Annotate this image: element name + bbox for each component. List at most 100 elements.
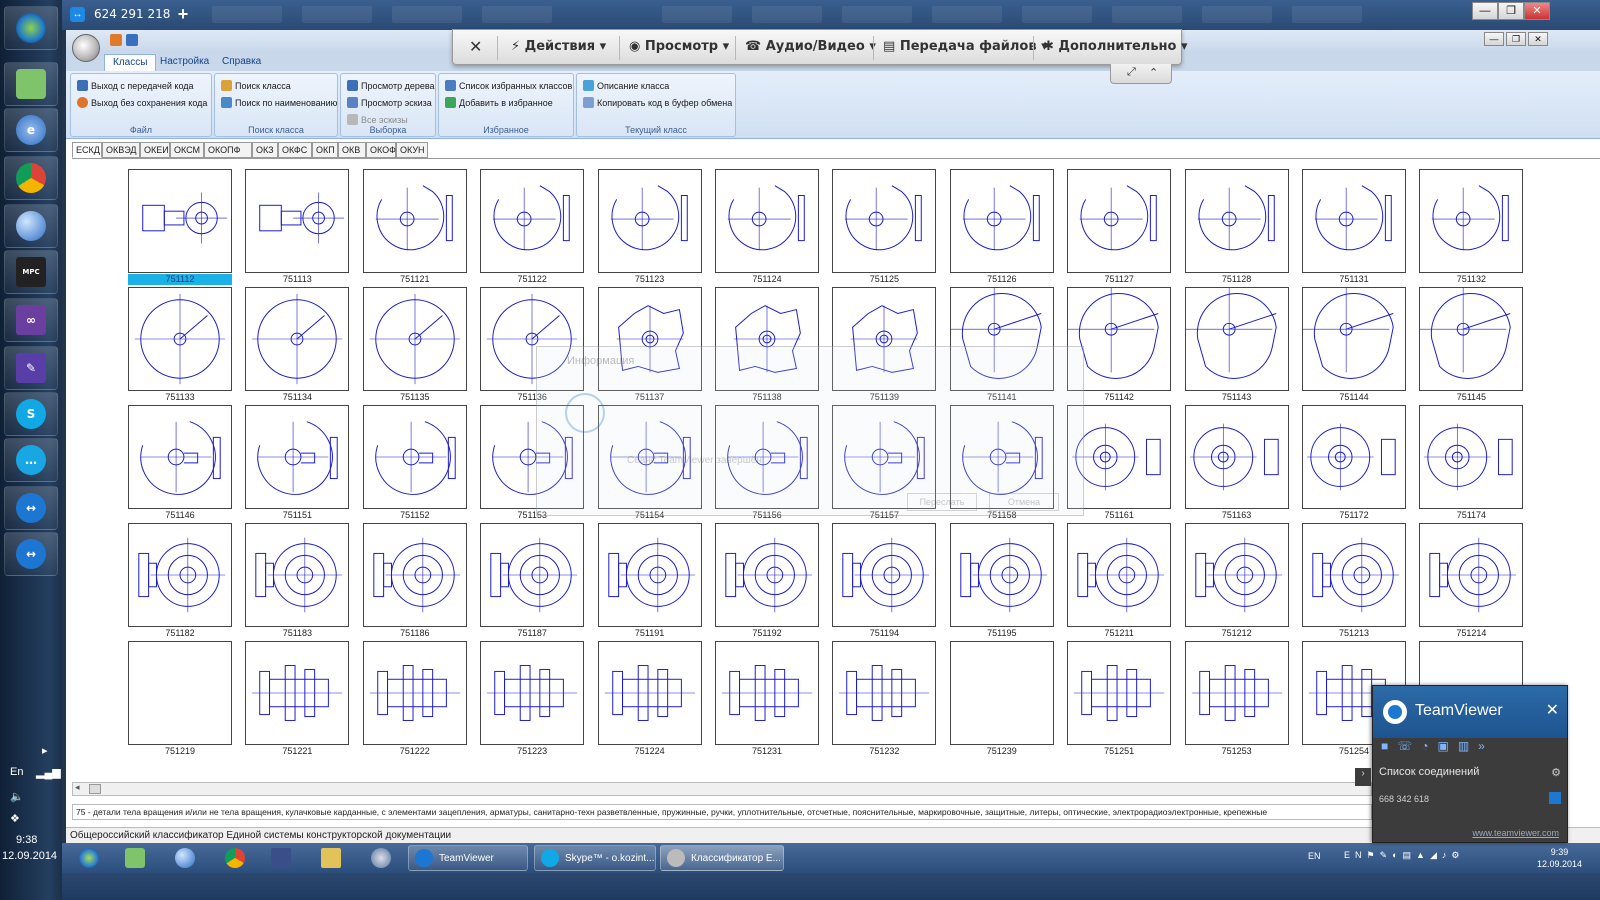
sketch-cell[interactable]: 751139 bbox=[832, 287, 937, 403]
sketch-cell[interactable]: 751138 bbox=[715, 287, 819, 403]
sketch-thumbnail[interactable] bbox=[1302, 286, 1406, 391]
sketch-cell[interactable]: 751214 bbox=[1419, 523, 1524, 639]
globe-icon[interactable] bbox=[4, 204, 58, 248]
find-by-name-button[interactable]: Поиск по наименованию bbox=[221, 95, 337, 110]
sketch-cell[interactable]: 751141 bbox=[949, 286, 1054, 403]
classifier-tab[interactable]: ОКОПФ bbox=[204, 142, 252, 158]
actions-menu[interactable]: ⚡ Действия ▾ bbox=[511, 39, 606, 54]
taskbar-teamviewer[interactable]: TeamViewer bbox=[408, 845, 528, 871]
sketch-thumbnail[interactable] bbox=[1419, 169, 1524, 273]
partner-id[interactable]: 668 342 618 bbox=[1379, 794, 1429, 804]
app-close-button[interactable]: ✕ bbox=[1528, 32, 1548, 46]
sketch-cell[interactable]: 751191 bbox=[597, 523, 702, 639]
sketch-cell[interactable]: 751121 bbox=[362, 169, 467, 285]
sketch-cell[interactable]: 751253 bbox=[1184, 641, 1289, 757]
sketch-thumbnail[interactable] bbox=[245, 405, 350, 509]
audio-video-menu[interactable]: ☎ Аудио/Видео ▾ bbox=[745, 39, 876, 54]
sketch-cell[interactable]: 751251 bbox=[1067, 641, 1172, 757]
sketch-thumbnail[interactable] bbox=[362, 523, 467, 627]
sketch-cell[interactable]: 751156 bbox=[715, 405, 819, 521]
sketch-thumbnail[interactable] bbox=[1067, 286, 1172, 391]
taskbar-lang[interactable]: EN bbox=[1308, 851, 1321, 861]
quick-access-icon[interactable] bbox=[110, 34, 122, 46]
sketch-cell[interactable]: 751192 bbox=[715, 523, 819, 639]
sketch-thumbnail[interactable] bbox=[832, 523, 937, 627]
sketch-thumbnail[interactable] bbox=[1419, 286, 1524, 391]
skype-icon[interactable]: S bbox=[4, 392, 58, 436]
app-minimize-button[interactable]: — bbox=[1484, 32, 1504, 46]
exit-no-save-button[interactable]: Выход без сохранения кода bbox=[77, 95, 207, 110]
classifier-tab[interactable]: ЕСКД bbox=[72, 142, 102, 158]
chat-icon[interactable]: … bbox=[4, 438, 58, 482]
sketch-thumbnail[interactable] bbox=[1184, 641, 1289, 745]
sketch-cell[interactable]: 751157 bbox=[832, 405, 937, 521]
sketch-thumbnail[interactable] bbox=[832, 641, 937, 745]
host-close-button[interactable]: ✕ bbox=[1524, 2, 1550, 20]
collapse-toolbar-icon[interactable]: ⌃ bbox=[1149, 66, 1158, 79]
sketch-thumbnail[interactable] bbox=[1067, 405, 1172, 509]
quick-access-icon-2[interactable] bbox=[126, 34, 138, 46]
host-maximize-button[interactable]: ❐ bbox=[1498, 2, 1524, 20]
sketch-thumbnail[interactable] bbox=[362, 287, 467, 391]
sketch-cell[interactable]: 751211 bbox=[1067, 523, 1172, 639]
find-class-button[interactable]: Поиск класса bbox=[221, 78, 291, 93]
sketch-cell[interactable]: 751135 bbox=[362, 287, 467, 403]
sketch-cell[interactable]: 751212 bbox=[1184, 523, 1289, 639]
sketch-thumbnail[interactable] bbox=[1419, 523, 1524, 627]
sketch-thumbnail[interactable] bbox=[715, 287, 819, 391]
teamviewer-panel-close-button[interactable]: ✕ bbox=[1546, 700, 1559, 720]
sketch-thumbnail[interactable] bbox=[1184, 523, 1289, 627]
sketch-thumbnail[interactable] bbox=[949, 405, 1054, 509]
folder-icon[interactable] bbox=[314, 845, 348, 871]
sketch-cell[interactable]: 751125 bbox=[832, 169, 937, 285]
sketch-thumbnail[interactable] bbox=[832, 169, 937, 273]
sketch-thumbnail[interactable] bbox=[245, 169, 350, 273]
sketch-cell[interactable]: 751186 bbox=[362, 523, 467, 639]
sketch-thumbnail[interactable] bbox=[480, 169, 585, 273]
sketch-thumbnail[interactable] bbox=[362, 641, 467, 745]
sketch-thumbnail[interactable] bbox=[597, 287, 702, 391]
gear-icon[interactable]: ⚙ bbox=[1551, 766, 1561, 779]
classifier-tab[interactable]: ОКУН bbox=[396, 142, 428, 158]
sketch-cell[interactable]: 751222 bbox=[362, 641, 467, 757]
sketch-cell[interactable]: 751161 bbox=[1067, 405, 1172, 521]
chrome-icon[interactable] bbox=[4, 156, 58, 200]
sketch-thumbnail[interactable] bbox=[1302, 169, 1406, 273]
fullscreen-icon[interactable]: ⤢ bbox=[1127, 66, 1136, 79]
sketch-cell[interactable]: 751163 bbox=[1184, 405, 1289, 521]
ie-icon[interactable]: e bbox=[4, 108, 58, 152]
chrome-icon[interactable] bbox=[218, 845, 252, 871]
sketch-thumbnail[interactable] bbox=[480, 405, 585, 509]
notepad-icon[interactable] bbox=[4, 62, 58, 106]
horizontal-scrollbar[interactable]: ◂ bbox=[72, 782, 1372, 796]
sketch-cell[interactable]: 751158 bbox=[949, 405, 1054, 521]
extras-menu[interactable]: ✱ Дополнительно ▾ bbox=[1043, 39, 1188, 54]
sketch-cell[interactable]: 751112 bbox=[128, 169, 232, 285]
scroll-thumb[interactable] bbox=[89, 784, 101, 794]
tray-expand-icon[interactable]: ▸ bbox=[42, 744, 48, 757]
add-favorite-button[interactable]: Добавить в избранное bbox=[445, 95, 553, 110]
teamviewer-url[interactable]: www.teamviewer.com bbox=[1472, 828, 1559, 838]
sketch-thumbnail[interactable] bbox=[597, 641, 702, 745]
teamviewer-icon[interactable]: ↔ bbox=[4, 486, 58, 530]
classifier-tab[interactable]: ОКОФ bbox=[366, 142, 396, 158]
scroll-left-arrow-icon[interactable]: ◂ bbox=[75, 782, 80, 793]
sketch-thumbnail[interactable] bbox=[597, 405, 702, 509]
app-maximize-button[interactable]: ❐ bbox=[1506, 32, 1526, 46]
classifier-tab[interactable]: ОКВ bbox=[338, 142, 366, 158]
sketch-cell[interactable]: 751113 bbox=[245, 169, 350, 285]
taskbar-classifier[interactable]: Классификатор Е... bbox=[660, 845, 784, 871]
sketch-cell[interactable]: 751142 bbox=[1067, 286, 1172, 403]
start-button-icon[interactable] bbox=[72, 845, 106, 871]
app-menu-orb-icon[interactable] bbox=[72, 34, 100, 62]
mpc-be-icon[interactable]: MPC bbox=[4, 250, 58, 294]
favorites-list-button[interactable]: Список избранных классов bbox=[445, 78, 572, 93]
sketch-cell[interactable]: 751128 bbox=[1184, 169, 1289, 285]
sketch-thumbnail[interactable] bbox=[949, 641, 1054, 745]
classifier-tab[interactable]: ОКЗ bbox=[252, 142, 278, 158]
sketch-cell[interactable]: 751131 bbox=[1302, 169, 1406, 285]
sketch-cell[interactable]: 751221 bbox=[245, 641, 350, 757]
host-lang[interactable]: En bbox=[10, 766, 23, 778]
sketch-thumbnail[interactable] bbox=[245, 641, 350, 745]
panel-action-icons[interactable]: ■☏◔▣▥» bbox=[1381, 739, 1494, 759]
